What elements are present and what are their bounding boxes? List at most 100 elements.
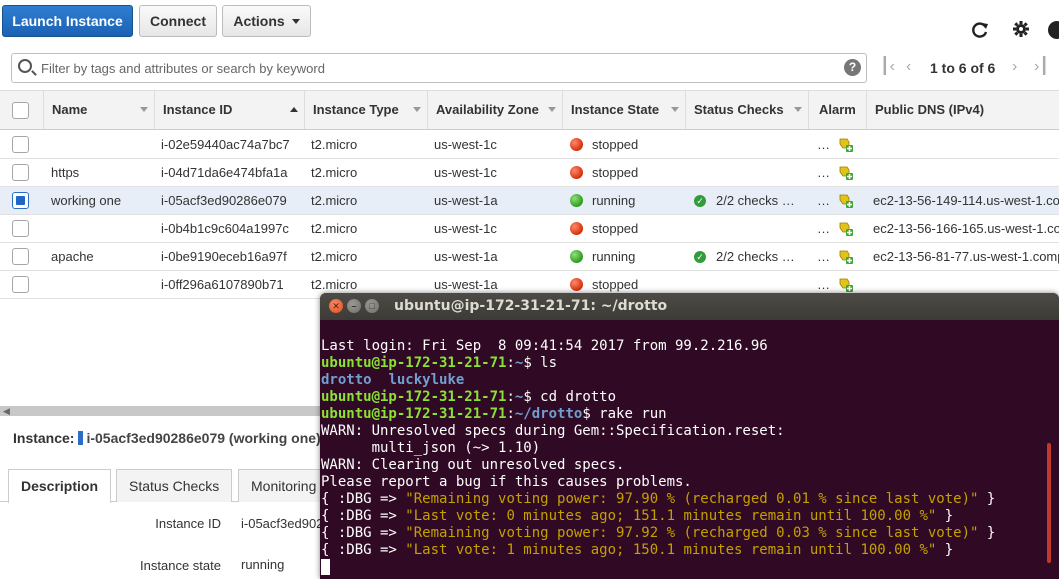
terminal-text: multi_json (~> 1.10) [321,440,541,456]
terminal-line: ubuntu@ip-172-31-21-71:~$ ls [321,355,1041,372]
table-row[interactable]: i-02e59440ac74a7bc7 t2.micro us-west-1c … [0,131,1059,159]
cell-alarm-status: … [817,165,830,180]
scroll-left-icon[interactable]: ◀ [3,406,10,416]
stopped-status-icon [570,138,583,151]
cell-status-checks: 2/2 checks … [716,249,795,264]
table-horizontal-scrollbar[interactable]: ◀ [0,406,330,416]
terminal-text: : [506,406,515,422]
column-header-public-dns[interactable]: Public DNS (IPv4) [866,91,1059,129]
terminal-line: WARN: Clearing out unresolved specs. [321,457,1041,474]
terminal-text: "Last vote: 1 minutes ago; 150.1 minutes… [405,542,937,558]
terminal-text: $ cd drotto [523,389,617,405]
minimize-icon[interactable]: – [347,299,361,313]
cell-name: working one [51,193,122,208]
column-header-instance-id[interactable]: Instance ID [154,91,304,129]
terminal-text: WARN: Unresolved specs during Gem::Speci… [321,423,785,439]
column-header-instance-type[interactable]: Instance Type [304,91,427,129]
cell-status-checks: 2/2 checks … [716,193,795,208]
cell-alarm-status: … [817,249,830,264]
terminal-window[interactable]: ✕ – □ ubuntu@ip-172-31-21-71: ~/drotto L… [320,293,1059,579]
cell-instance-state: running [592,193,636,208]
column-header-alarm[interactable]: Alarm [808,91,866,129]
search-help-icon[interactable]: ? [844,59,861,76]
terminal-line: { :DBG => "Last vote: 0 minutes ago; 151… [321,508,1041,525]
terminal-text: WARN: Clearing out unresolved specs. [321,457,625,473]
create-alarm-icon[interactable] [837,164,853,180]
cell-instance-id: i-05acf3ed90286e079 [161,193,287,208]
next-page-icon[interactable]: › [1012,58,1017,76]
search-icon [18,59,32,73]
row-checkbox[interactable] [12,192,29,209]
create-alarm-icon[interactable] [837,220,853,236]
close-icon[interactable]: ✕ [329,299,343,313]
column-header-alarm-label: Alarm [819,102,856,117]
table-row[interactable]: https i-04d71da6e474bfa1a t2.micro us-we… [0,159,1059,187]
instances-table-header: Name Instance ID Instance Type Availabil… [0,90,1059,130]
cell-alarm-status: … [817,193,830,208]
last-page-icon[interactable]: ›┃ [1034,58,1049,76]
table-row-selected[interactable]: working one i-05acf3ed90286e079 t2.micro… [0,187,1059,215]
row-checkbox[interactable] [12,248,29,265]
field-label-instance-state: Instance state [140,558,221,573]
terminal-output[interactable]: Last login: Fri Sep 8 09:41:54 2017 from… [321,338,1041,576]
column-header-availability-zone-label: Availability Zone [436,102,539,117]
terminal-text: ~/drotto [514,406,583,422]
filter-search-box[interactable]: ? [11,53,867,83]
row-checkbox[interactable] [12,164,29,181]
actions-dropdown-button[interactable]: Actions [222,5,311,37]
check-passed-icon: ✓ [694,195,706,207]
cell-public-dns: ec2-13-56-81-77.us-west-1.comp [873,249,1059,264]
terminal-text: ubuntu@ip-172-31-21-71 [321,355,507,371]
actions-label: Actions [233,13,285,29]
instance-label: Instance: [13,430,75,446]
cell-availability-zone: us-west-1a [434,249,498,264]
selection-marker-icon [78,431,84,445]
select-all-checkbox[interactable] [12,102,29,119]
table-row[interactable]: i-0b4b1c9c604a1997c t2.micro us-west-1c … [0,215,1059,243]
row-checkbox[interactable] [12,220,29,237]
help-icon[interactable] [1048,21,1059,42]
previous-page-icon[interactable]: ‹ [906,58,911,76]
search-input[interactable] [41,58,831,78]
row-checkbox[interactable] [12,276,29,293]
column-header-instance-type-label: Instance Type [313,102,399,117]
sort-icon [794,107,802,112]
tab-status-checks[interactable]: Status Checks [116,469,233,502]
column-header-availability-zone[interactable]: Availability Zone [427,91,562,129]
refresh-icon[interactable] [970,20,990,43]
field-value-instance-id: i-05acf3ed902 [241,516,321,531]
cell-name: https [51,165,80,180]
terminal-text: { :DBG => [321,525,406,541]
row-checkbox[interactable] [12,136,29,153]
table-row[interactable]: apache i-0be9190eceb16a97f t2.micro us-w… [0,243,1059,271]
column-header-public-dns-label: Public DNS (IPv4) [875,102,985,117]
cell-instance-id: i-02e59440ac74a7bc7 [161,137,290,152]
create-alarm-icon[interactable] [837,192,853,208]
terminal-line: WARN: Unresolved specs during Gem::Speci… [321,423,1041,440]
terminal-scrollbar[interactable] [1047,443,1051,563]
column-header-status-checks[interactable]: Status Checks [685,91,808,129]
sort-ascending-icon [290,107,298,112]
terminal-text: } [978,525,996,541]
create-alarm-icon[interactable] [837,276,853,292]
cell-availability-zone: us-west-1a [434,193,498,208]
terminal-line: ubuntu@ip-172-31-21-71:~/drotto$ rake ru… [321,406,1041,423]
launch-instance-button[interactable]: Launch Instance [2,5,133,37]
cell-alarm-status: … [817,137,830,152]
maximize-icon[interactable]: □ [365,299,379,313]
column-header-instance-state[interactable]: Instance State [562,91,685,129]
gear-icon[interactable] [1012,20,1030,41]
connect-button[interactable]: Connect [139,5,217,37]
first-page-icon[interactable]: ┃‹ [880,58,895,76]
create-alarm-icon[interactable] [837,248,853,264]
tab-description[interactable]: Description [8,469,112,503]
pagination-range: 1 to 6 of 6 [930,60,996,76]
create-alarm-icon[interactable] [837,136,853,152]
terminal-titlebar[interactable]: ✕ – □ ubuntu@ip-172-31-21-71: ~/drotto [320,293,1059,320]
cell-instance-state: stopped [592,137,639,152]
terminal-text: } [978,491,996,507]
terminal-line: { :DBG => "Last vote: 1 minutes ago; 150… [321,542,1041,559]
column-header-name[interactable]: Name [43,91,154,129]
cell-public-dns [873,159,1059,186]
